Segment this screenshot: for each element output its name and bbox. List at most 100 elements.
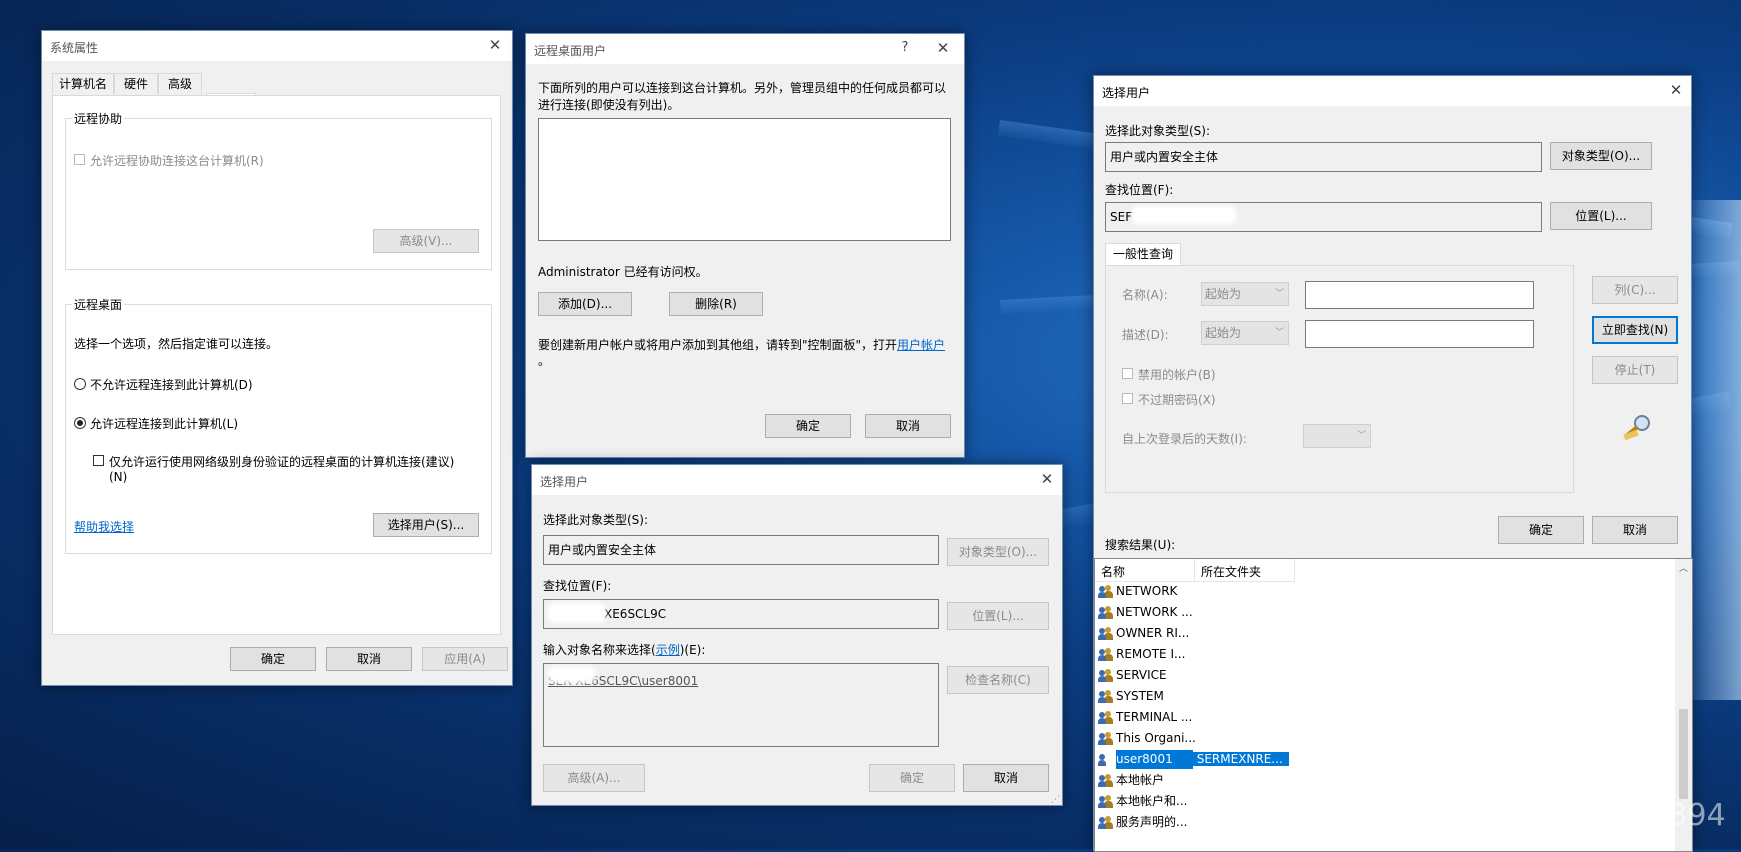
scroll-up-icon[interactable]: ︿ [1679, 561, 1688, 574]
tab-computer-name[interactable]: 计算机名 [52, 73, 114, 94]
search-results-label: 搜索结果(U): [1105, 538, 1176, 552]
list-item[interactable]: SERVICE [1098, 666, 1288, 685]
remote-assistance-group: 远程协助 允许远程协助连接这台计算机(R) 高级(V)... [65, 110, 492, 270]
system-properties-dialog: 系统属性 ✕ 计算机名 硬件 高级 远程 远程协助 允许远程协助连接这台计算机(… [41, 30, 513, 686]
help-icon[interactable]: ? [896, 39, 914, 57]
name-input[interactable] [1305, 281, 1534, 309]
object-types-button[interactable]: 对象类型(O)... [1550, 142, 1652, 170]
advanced-button[interactable]: 高级(A)... [543, 764, 645, 792]
chevron-down-icon: ﹀ [1356, 431, 1366, 441]
description-input[interactable] [1305, 320, 1534, 348]
days-since-login-select[interactable]: ﹀ [1303, 424, 1371, 448]
remote-desktop-users-dialog: 远程桌面用户 ? ✕ 下面所列的用户可以连接到这台计算机。另外，管理员组中的任何… [525, 33, 965, 458]
column-header-folder[interactable]: 所在文件夹 [1201, 563, 1261, 580]
group-icon [1098, 605, 1114, 620]
users-list[interactable] [538, 118, 951, 241]
control-panel-note: 要创建新用户帐户或将用户添加到其他组，请转到"控制面板"，打开用户帐户 [538, 338, 946, 352]
cancel-button[interactable]: 取消 [963, 764, 1049, 792]
allow-remote-label: 允许远程连接到此计算机(L) [90, 417, 239, 431]
ok-button[interactable]: 确定 [765, 414, 851, 438]
list-item[interactable]: NETWORK [1098, 582, 1288, 601]
tab-common-queries[interactable]: 一般性查询 [1105, 243, 1181, 265]
group-icon [1098, 815, 1114, 830]
add-button[interactable]: 添加(D)... [538, 292, 632, 316]
list-item[interactable]: This Organi... [1098, 729, 1288, 748]
list-item[interactable]: TERMINAL ... [1098, 708, 1288, 727]
column-header-name[interactable]: 名称 [1101, 563, 1125, 580]
query-panel: 名称(A): 起始为 ﹀ 描述(D): 起始为 ﹀ 禁用的帐户(B) 不过期密码(X… [1105, 265, 1574, 493]
result-name: NETWORK ... [1116, 605, 1193, 619]
ok-button[interactable]: 确定 [230, 647, 316, 671]
description: 下面所列的用户可以连接到这台计算机。另外，管理员组中的任何成员都可以 [538, 81, 947, 95]
list-item[interactable]: user8001 SERMEXNRE... [1098, 750, 1289, 769]
dialog-title: 远程桌面用户 [534, 44, 607, 58]
cancel-button[interactable]: 取消 [865, 414, 951, 438]
locations-button[interactable]: 位置(L)... [947, 602, 1049, 630]
select-users-dialog-advanced: 选择用户 ✕ 选择此对象类型(S): 用户或内置安全主体 对象类型(O)... … [1093, 75, 1693, 852]
list-item[interactable]: OWNER RI... [1098, 624, 1288, 643]
close-icon[interactable]: ✕ [486, 36, 504, 54]
non-expiring-password-checkbox[interactable] [1122, 393, 1133, 404]
wallpaper-pane-light [1690, 200, 1741, 700]
title-bar: 选择用户 ✕ [532, 465, 1062, 495]
ok-button[interactable]: 确定 [1498, 516, 1584, 544]
description-line2: 进行连接(即使没有列出)。 [538, 98, 680, 112]
object-type-label: 选择此对象类型(S): [1105, 124, 1211, 138]
allow-remote-assistance-checkbox[interactable] [74, 154, 85, 165]
object-type-label: 选择此对象类型(S): [543, 513, 649, 527]
column-divider [1194, 559, 1195, 581]
dialog-title: 选择用户 [1102, 86, 1151, 100]
group-icon [1098, 710, 1114, 725]
result-name: OWNER RI... [1116, 626, 1190, 640]
group-icon [1098, 668, 1114, 683]
close-icon[interactable]: ✕ [934, 39, 952, 57]
name-mode-select[interactable]: 起始为 ﹀ [1201, 282, 1289, 306]
object-names-input[interactable]: SER XE6SCL9C\user8001 [543, 663, 939, 747]
scroll-thumb[interactable] [1679, 709, 1688, 799]
check-names-button[interactable]: 检查名称(C) [947, 666, 1049, 694]
object-types-button[interactable]: 对象类型(O)... [947, 538, 1049, 566]
help-me-choose-link[interactable]: 帮助我选择 [74, 518, 134, 535]
cancel-button[interactable]: 取消 [326, 647, 412, 671]
apply-button[interactable]: 应用(A) [422, 647, 508, 671]
result-name: SYSTEM [1116, 689, 1164, 703]
redaction-smudge [548, 603, 606, 623]
disabled-accounts-checkbox[interactable] [1122, 368, 1133, 379]
ok-button[interactable]: 确定 [869, 764, 955, 792]
group-icon [1098, 773, 1114, 788]
find-now-button[interactable]: 立即查找(N) [1592, 316, 1678, 344]
group-icon [1098, 689, 1114, 704]
watermark: CSDN @J126409394 [1420, 798, 1726, 833]
select-users-button[interactable]: 选择用户(S)... [373, 513, 479, 537]
resize-grip-icon[interactable]: ⋰ [1051, 795, 1060, 805]
title-bar: 选择用户 ✕ [1094, 76, 1691, 106]
list-item[interactable]: REMOTE I... [1098, 645, 1288, 664]
object-type-field: 用户或内置安全主体 [1105, 142, 1542, 172]
list-item[interactable]: 服务声明的... [1098, 813, 1288, 832]
remote-desktop-group: 远程桌面 选择一个选项，然后指定谁可以连接。 不允许远程连接到此计算机(D) 允… [65, 296, 492, 554]
deny-remote-radio[interactable] [74, 378, 86, 390]
columns-button[interactable]: 列(C)... [1592, 276, 1678, 304]
list-item[interactable]: SYSTEM [1098, 687, 1288, 706]
description-mode-select[interactable]: 起始为 ﹀ [1201, 321, 1289, 345]
result-folder: SERMEXNRE... [1192, 752, 1289, 766]
close-icon[interactable]: ✕ [1667, 81, 1685, 99]
tab-advanced[interactable]: 高级 [158, 73, 202, 94]
stop-button[interactable]: 停止(T) [1592, 356, 1678, 384]
list-item[interactable]: 本地帐户和... [1098, 792, 1288, 811]
allow-remote-radio[interactable] [74, 417, 86, 429]
examples-link[interactable]: 示例 [656, 643, 680, 657]
remove-button[interactable]: 删除(R) [669, 292, 763, 316]
user-accounts-link[interactable]: 用户帐户 [897, 338, 945, 352]
result-name: TERMINAL ... [1116, 710, 1193, 724]
list-item[interactable]: NETWORK ... [1098, 603, 1288, 622]
select-users-dialog-small: 选择用户 ✕ 选择此对象类型(S): 用户或内置安全主体 对象类型(O)... … [531, 464, 1063, 806]
locations-button[interactable]: 位置(L)... [1550, 202, 1652, 230]
advanced-button[interactable]: 高级(V)... [373, 229, 479, 253]
close-icon[interactable]: ✕ [1038, 470, 1056, 488]
result-name: 本地帐户和... [1116, 794, 1188, 808]
tab-hardware[interactable]: 硬件 [114, 73, 158, 94]
cancel-button[interactable]: 取消 [1592, 516, 1678, 544]
nla-checkbox[interactable] [93, 455, 104, 466]
list-item[interactable]: 本地帐户 [1098, 771, 1288, 790]
